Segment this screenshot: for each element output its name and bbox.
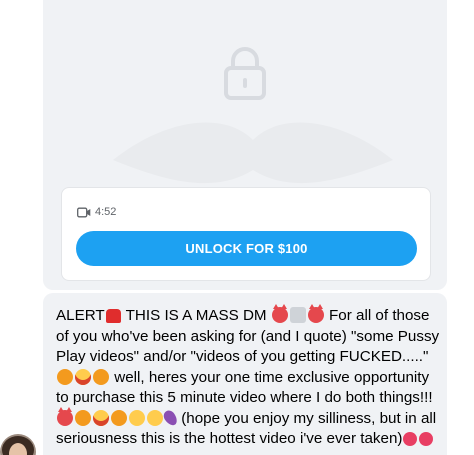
devil-emoji-icon bbox=[57, 406, 73, 426]
orange-emoji-icon bbox=[111, 409, 127, 426]
message-bubble: ALERT THIS IS A MASS DM For all of those… bbox=[43, 293, 447, 455]
video-camera-icon bbox=[77, 207, 91, 217]
grin-emoji-icon bbox=[75, 368, 91, 385]
message-text: ALERT THIS IS A MASS DM For all of those… bbox=[56, 304, 441, 450]
message-text-segment: well, heres your one time exclusive oppo… bbox=[56, 368, 437, 407]
unlock-button[interactable]: UNLOCK FOR $100 bbox=[76, 231, 417, 266]
hearts-emoji-icon bbox=[419, 432, 434, 446]
unlock-panel: 4:52 UNLOCK FOR $100 bbox=[61, 187, 431, 281]
grin-emoji-icon bbox=[93, 409, 109, 426]
locked-media-card: 4:52 UNLOCK FOR $100 bbox=[43, 0, 447, 290]
orange-emoji-icon bbox=[57, 368, 73, 385]
video-duration: 4:52 bbox=[95, 206, 117, 218]
siren-emoji-icon bbox=[105, 309, 121, 323]
orange-emoji-icon bbox=[75, 409, 91, 426]
padlock-icon bbox=[224, 47, 266, 100]
message-text-segment: ALERT bbox=[56, 307, 105, 324]
devil-emoji-icon bbox=[307, 304, 324, 323]
devil-emoji-icon bbox=[271, 304, 288, 323]
hearts-emoji-icon bbox=[403, 432, 418, 446]
media-info: 4:52 bbox=[77, 205, 116, 219]
sender-avatar[interactable] bbox=[0, 434, 36, 455]
yellow-emoji-icon bbox=[147, 409, 163, 426]
bunny-emoji-icon bbox=[289, 307, 306, 323]
orange-emoji-icon bbox=[93, 368, 109, 385]
yellow-emoji-icon bbox=[129, 409, 145, 426]
message-text-segment: THIS IS A MASS DM bbox=[121, 307, 271, 324]
